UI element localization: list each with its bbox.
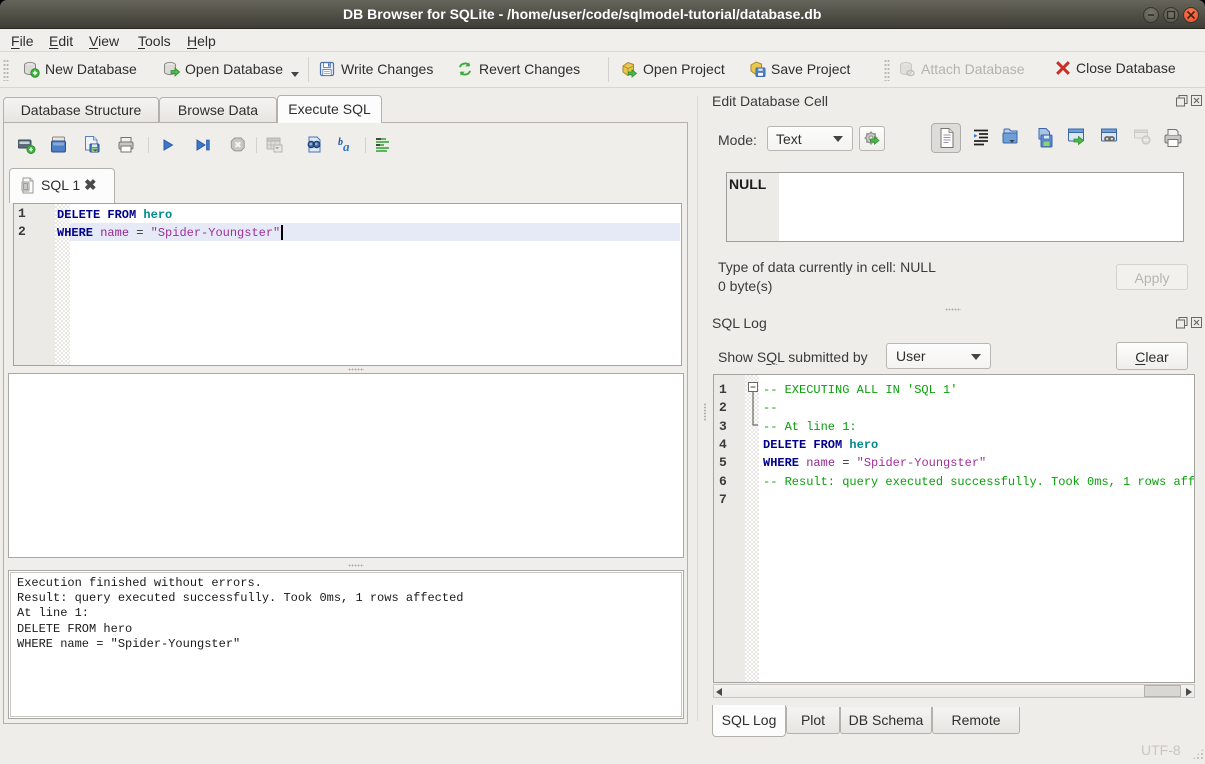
svg-text:a: a <box>343 139 350 154</box>
